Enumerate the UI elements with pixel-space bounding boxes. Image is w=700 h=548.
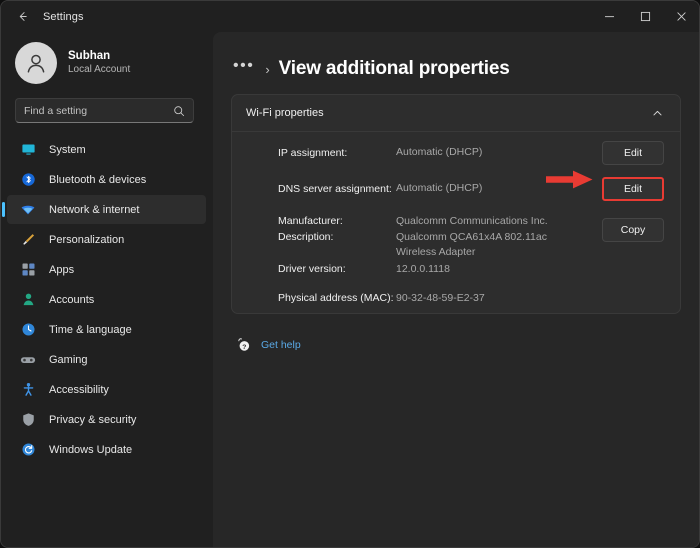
sidebar-item-label: Apps	[49, 263, 75, 276]
sidebar-item-network-internet[interactable]: Network & internet	[2, 195, 206, 224]
chevron-up-icon[interactable]	[651, 107, 664, 120]
sidebar-item-windows-update[interactable]: Windows Update	[7, 435, 206, 464]
apps-grid-icon	[19, 261, 37, 279]
wifi-properties-card: Wi-Fi properties IP assignment: Automati…	[231, 94, 681, 315]
maximize-icon	[640, 11, 651, 22]
sidebar-item-label: Windows Update	[49, 443, 133, 456]
search-placeholder: Find a setting	[24, 104, 88, 117]
get-help-label: Get help	[261, 338, 301, 351]
copy-button[interactable]: Copy	[602, 218, 664, 242]
search-icon	[173, 105, 185, 117]
account-name: Subhan	[68, 50, 111, 63]
breadcrumb: ••• › View additional properties	[231, 57, 681, 80]
sidebar-item-system[interactable]: System	[7, 135, 206, 164]
mac-address-line: Physical address (MAC): 90-32-48-59-E2-3…	[278, 291, 602, 306]
sidebar-item-time-language[interactable]: Time & language	[7, 315, 206, 344]
sidebar-item-personalization[interactable]: Personalization	[7, 225, 206, 254]
person-avatar-icon	[23, 50, 49, 76]
ip-assignment-edit-button[interactable]: Edit	[602, 141, 664, 165]
description-line: Description: Qualcomm QCA61x4A 802.11ac …	[278, 230, 602, 260]
window-body: Subhan Local Account Find a setting Syst…	[1, 32, 699, 547]
sidebar-item-label: Accessibility	[49, 383, 109, 396]
page-title: View additional properties	[278, 58, 510, 79]
manufacturer-line: Manufacturer: Qualcomm Communications In…	[278, 214, 602, 229]
breadcrumb-overflow-button[interactable]: •••	[233, 57, 254, 78]
close-button[interactable]	[663, 1, 699, 32]
content-pane: ••• › View additional properties Wi-Fi p…	[213, 32, 699, 547]
maximize-button[interactable]	[627, 1, 663, 32]
arrow-left-icon	[16, 10, 29, 23]
sidebar-item-label: Network & internet	[49, 203, 140, 216]
breadcrumb-separator: ›	[265, 61, 270, 77]
sidebar-item-bluetooth-devices[interactable]: Bluetooth & devices	[7, 165, 206, 194]
adapter-details-block: Manufacturer: Qualcomm Communications In…	[232, 207, 680, 313]
minimize-icon	[604, 11, 615, 22]
mac-address-label: Physical address (MAC):	[278, 291, 394, 304]
shield-icon	[19, 411, 37, 429]
card-header[interactable]: Wi-Fi properties	[232, 95, 680, 131]
sidebar-item-accessibility[interactable]: Accessibility	[7, 375, 206, 404]
sidebar-item-label: Gaming	[49, 353, 88, 366]
sidebar-item-apps[interactable]: Apps	[7, 255, 206, 284]
paintbrush-icon	[19, 231, 37, 249]
sidebar: Subhan Local Account Find a setting Syst…	[1, 32, 213, 547]
sidebar-item-label: Time & language	[49, 323, 132, 336]
bluetooth-icon	[19, 171, 37, 189]
window-title: Settings	[43, 10, 84, 23]
ip-assignment-label: IP assignment:	[278, 147, 348, 159]
sidebar-item-gaming[interactable]: Gaming	[7, 345, 206, 374]
ip-assignment-value: Automatic (DHCP)	[396, 146, 483, 159]
settings-window: Settings Subhan Local Account Find a set…	[0, 0, 700, 548]
search-input[interactable]: Find a setting	[15, 98, 194, 123]
dns-assignment-edit-button[interactable]: Edit	[602, 177, 664, 201]
help-question-icon: ?	[235, 336, 252, 353]
account-type: Local Account	[68, 64, 131, 76]
driver-version-value: 12.0.0.1118	[396, 262, 450, 275]
dns-assignment-row: DNS server assignment: Automatic (DHCP) …	[232, 171, 680, 207]
avatar	[15, 42, 57, 84]
description-value: Qualcomm QCA61x4A 802.11ac Wireless Adap…	[396, 231, 547, 259]
search-container: Find a setting	[15, 98, 194, 123]
wifi-icon	[19, 201, 37, 219]
gamepad-icon	[19, 351, 37, 369]
sidebar-item-label: Accounts	[49, 293, 95, 306]
get-help-link[interactable]: ? Get help	[231, 336, 681, 353]
manufacturer-label: Manufacturer:	[278, 215, 343, 227]
update-refresh-icon	[19, 441, 37, 459]
manufacturer-value: Qualcomm Communications Inc.	[396, 215, 548, 227]
sidebar-item-label: System	[49, 143, 86, 156]
account-person-icon	[19, 291, 37, 309]
ip-assignment-row: IP assignment: Automatic (DHCP) Edit	[232, 135, 680, 171]
dns-assignment-label: DNS server assignment:	[278, 183, 392, 195]
back-button[interactable]	[7, 4, 37, 30]
svg-text:?: ?	[242, 343, 246, 350]
driver-version-label: Driver version:	[278, 262, 346, 275]
mac-address-value: 90-32-48-59-E2-37	[396, 291, 485, 304]
accessibility-icon	[19, 381, 37, 399]
sidebar-nav: System Bluetooth & devices Network & int…	[1, 135, 206, 465]
account-summary[interactable]: Subhan Local Account	[1, 36, 206, 92]
driver-version-line: Driver version: 12.0.0.1118	[278, 262, 602, 277]
card-divider	[232, 131, 680, 132]
description-label: Description:	[278, 231, 334, 244]
window-controls	[591, 1, 699, 32]
sidebar-item-privacy-security[interactable]: Privacy & security	[7, 405, 206, 434]
monitor-icon	[19, 141, 37, 159]
minimize-button[interactable]	[591, 1, 627, 32]
clock-icon	[19, 321, 37, 339]
sidebar-item-label: Bluetooth & devices	[49, 173, 147, 186]
dns-assignment-value: Automatic (DHCP)	[396, 182, 483, 195]
sidebar-item-label: Personalization	[49, 233, 125, 246]
close-icon	[676, 11, 687, 22]
sidebar-item-label: Privacy & security	[49, 413, 137, 426]
title-bar: Settings	[1, 1, 699, 32]
sidebar-item-accounts[interactable]: Accounts	[7, 285, 206, 314]
card-title: Wi-Fi properties	[246, 107, 324, 119]
